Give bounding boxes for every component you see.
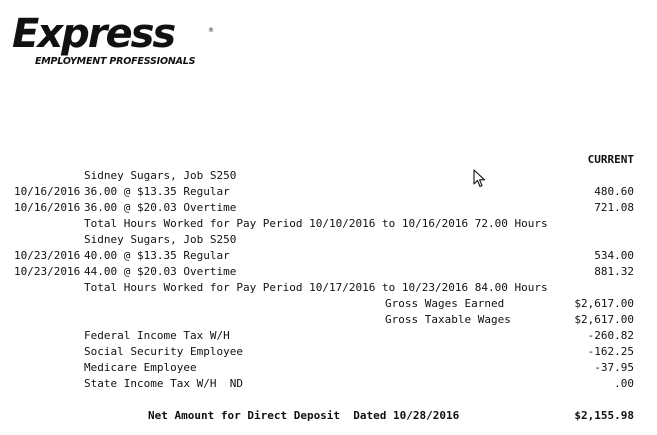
- pay-period-total-hours: Total Hours Worked for Pay Period 10/17/…: [84, 281, 548, 294]
- line-amount: 881.32: [594, 265, 634, 278]
- line-description: 36.00 @ $20.03 Overtime: [84, 201, 237, 214]
- mouse-pointer-icon: [473, 169, 486, 188]
- pay-period-total-hours: Total Hours Worked for Pay Period 10/10/…: [84, 217, 548, 230]
- line-date: 10/16/2016: [14, 201, 81, 214]
- express-logo: Express ® EMPLOYMENT PROFESSIONALS: [12, 11, 214, 74]
- line-amount: 721.08: [594, 201, 634, 214]
- line-description: 36.00 @ $13.35 Regular: [84, 185, 230, 198]
- current-column-header: CURRENT: [587, 153, 634, 166]
- deduction-amount: -37.95: [594, 361, 634, 374]
- deduction-label: Federal Income Tax W/H: [84, 329, 230, 342]
- deduction-amount: -162.25: [587, 345, 634, 358]
- deduction-label: Social Security Employee: [84, 345, 243, 358]
- line-date: 10/16/2016: [14, 185, 81, 198]
- job-name: Sidney Sugars, Job S250: [84, 169, 237, 182]
- logo-wordmark: Express: [12, 11, 176, 57]
- deduction-label: State Income Tax W/H ND: [84, 377, 243, 390]
- gross-wages-earned-label: Gross Wages Earned: [385, 297, 505, 310]
- gross-taxable-wages-amount: $2,617.00: [574, 313, 634, 326]
- gross-taxable-wages-label: Gross Taxable Wages: [385, 313, 511, 326]
- deduction-amount: -260.82: [587, 329, 634, 342]
- line-amount: 480.60: [594, 185, 634, 198]
- line-description: 40.00 @ $13.35 Regular: [84, 249, 230, 262]
- logo-registered-mark: ®: [208, 27, 214, 34]
- job-name: Sidney Sugars, Job S250: [84, 233, 237, 246]
- deduction-label: Medicare Employee: [84, 361, 197, 374]
- line-date: 10/23/2016: [14, 265, 81, 278]
- deduction-amount: .00: [614, 377, 634, 390]
- net-amount-value: $2,155.98: [574, 409, 634, 422]
- net-amount-label: Net Amount for Direct Deposit Dated 10/2…: [148, 409, 460, 422]
- gross-wages-earned-amount: $2,617.00: [574, 297, 634, 310]
- line-description: 44.00 @ $20.03 Overtime: [84, 265, 237, 278]
- logo-tagline: EMPLOYMENT PROFESSIONALS: [35, 56, 196, 67]
- line-amount: 534.00: [594, 249, 634, 262]
- line-date: 10/23/2016: [14, 249, 81, 262]
